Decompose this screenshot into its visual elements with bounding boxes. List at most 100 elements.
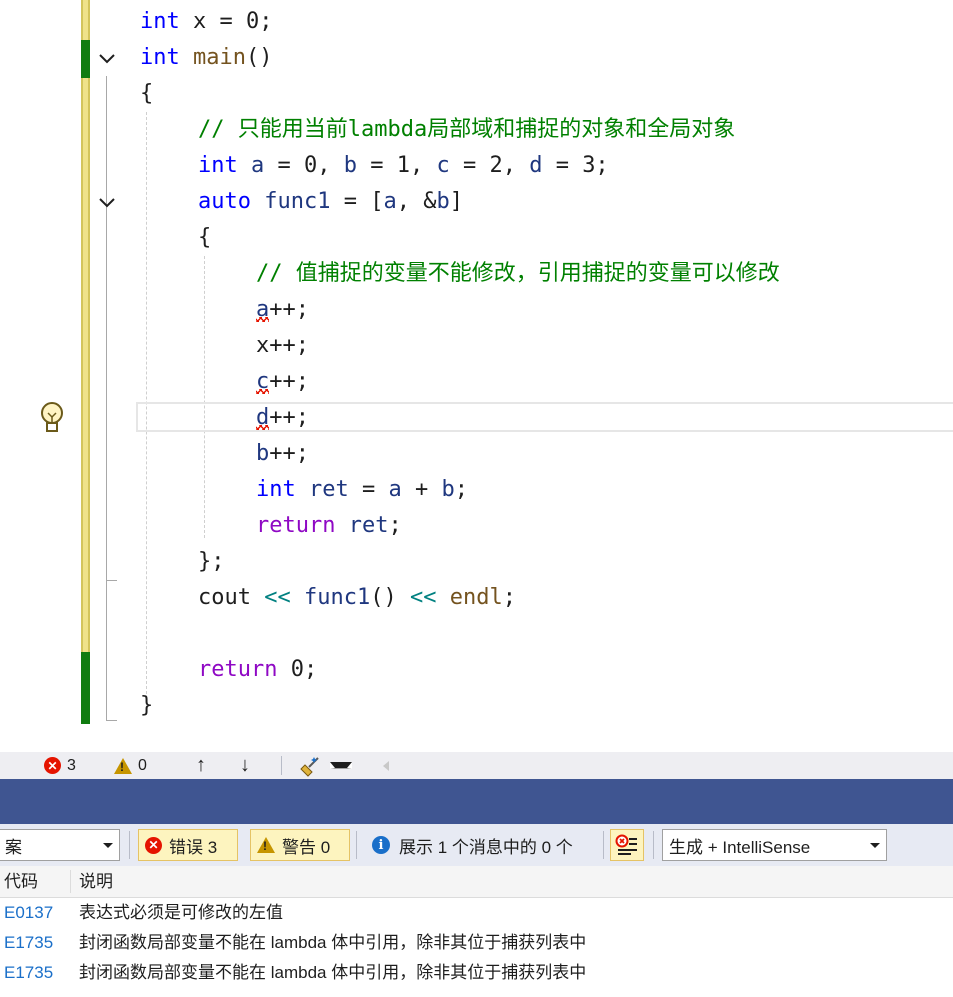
code-token: ret [309,477,349,502]
error-icon: ✕ [145,836,162,854]
warning-count-indicator[interactable]: ! 0 [114,752,147,779]
code-token: ret [348,513,389,538]
code-token: { [140,81,154,106]
code-line[interactable]: a++; [256,292,309,328]
outline-end [106,720,117,721]
chevron-down-icon [103,842,113,848]
code-token: b [343,153,357,178]
error-description: 封闭函数局部变量不能在 lambda 体中引用，除非其位于捕获列表中 [79,963,587,982]
outline-line [106,76,107,720]
change-bar-unsaved [81,40,90,78]
separator [603,831,604,859]
scope-dropdown[interactable]: 案 [0,829,120,861]
column-header-description[interactable]: 说明 [79,866,113,897]
messages-filter-button[interactable]: i 展示 1 个消息中的 0 个 [368,829,577,861]
previous-issue-button[interactable]: ↑ [196,752,206,779]
code-line[interactable]: x++; [256,328,309,364]
code-token: = 3; [542,153,609,178]
code-line[interactable]: } [140,688,153,724]
code-line[interactable]: auto func1 = [a, &b] [198,184,463,220]
next-issue-button[interactable]: ↓ [240,752,250,779]
code-token: ; [502,585,516,610]
error-code-link[interactable]: E1735 [4,928,53,958]
code-token: a [388,477,402,502]
code-token: x = 0; [179,9,273,34]
code-token: () [245,45,273,70]
code-token: ++; [269,369,309,394]
code-token: ++; [269,297,309,322]
collapse-chevron-icon[interactable] [97,192,117,212]
separator [129,831,130,859]
editor-status-bar: ✕ 3 ! 0 ↑ ↓ [0,752,953,779]
code-token: endl [449,585,503,610]
errors-filter-button[interactable]: ✕ 错误 3 [138,829,238,861]
code-token: () [370,585,410,610]
build-source-dropdown[interactable]: 生成 + IntelliSense [662,829,887,861]
code-line[interactable]: int main() [140,40,272,76]
code-line[interactable]: d++; [256,400,309,436]
column-header-code[interactable]: 代码 [4,866,38,897]
build-source-value: 生成 + IntelliSense [669,837,811,857]
column-separator[interactable] [70,870,71,893]
code-line[interactable]: { [198,220,211,256]
messages-filter-label: 展示 1 个消息中的 0 个 [399,837,573,857]
code-token: int [140,45,180,70]
error-code-link[interactable]: E1735 [4,958,53,988]
change-bar-saved [81,78,90,652]
code-cleanup-button[interactable] [300,752,352,779]
lightbulb-icon[interactable] [39,401,65,435]
code-line[interactable]: // 只能用当前lambda局部域和捕捉的对象和全局对象 [198,112,735,148]
code-token: ; [388,513,402,538]
code-token: int [198,153,238,178]
collapse-chevron-icon[interactable] [97,48,117,68]
code-line[interactable]: // 值捕捉的变量不能修改，引用捕捉的变量可以修改 [256,256,780,292]
error-list-toolbar: 案 ✕ 错误 3 ! 警告 0 i 展示 1 个消息中的 0 个 生成 + In… [0,824,953,866]
code-token: = 1, [356,153,437,178]
code-token: ; [454,477,468,502]
broom-icon [300,756,319,777]
error-list-header: 代码 说明 [0,866,953,898]
error-code-link[interactable]: E0137 [4,898,53,928]
code-token: = [ [330,189,384,214]
code-line[interactable]: int x = 0; [140,4,272,40]
code-token: d [529,153,543,178]
chevron-down-icon [870,842,880,848]
code-line[interactable]: b++; [256,436,309,472]
code-token: c [436,153,450,178]
code-line[interactable]: c++; [256,364,309,400]
code-line[interactable]: }; [198,544,225,580]
code-token: << [264,585,291,610]
code-editor[interactable]: int x = 0; int main(){// 只能用当前lambda局部域和捕… [0,0,953,752]
error-list-row[interactable]: E1735 封闭函数局部变量不能在 lambda 体中引用，除非其位于捕获列表中 [0,958,953,988]
error-list-title-bar [0,779,953,824]
code-token: int [140,9,180,34]
code-token: + [401,477,442,502]
error-list-row[interactable]: E0137 表达式必须是可修改的左值 [0,898,953,928]
code-token: return [198,657,278,682]
code-line[interactable]: { [140,76,153,112]
error-count: 3 [67,757,76,774]
scroll-left-arrow[interactable] [383,752,389,779]
code-line[interactable]: cout << func1() << endl; [198,580,516,616]
warning-icon: ! [257,837,275,853]
code-line[interactable]: int a = 0, b = 1, c = 2, d = 3; [198,148,609,184]
triangle-left-icon [383,760,389,771]
filter-toggle-button[interactable] [610,829,644,861]
code-token: 0; [277,657,318,682]
error-count-indicator[interactable]: ✕ 3 [44,752,76,779]
code-token: , & [396,189,437,214]
code-token: ++; [269,441,309,466]
code-token: b [256,441,270,466]
code-line[interactable]: int ret = a + b; [256,472,468,508]
code-line[interactable]: return 0; [198,652,317,688]
code-token: = 0, [264,153,344,178]
warnings-filter-button[interactable]: ! 警告 0 [250,829,350,861]
code-token: ] [449,189,463,214]
code-line[interactable]: return ret; [256,508,402,544]
code-token: return [256,513,336,538]
error-list-row[interactable]: E1735 封闭函数局部变量不能在 lambda 体中引用，除非其位于捕获列表中 [0,928,953,958]
